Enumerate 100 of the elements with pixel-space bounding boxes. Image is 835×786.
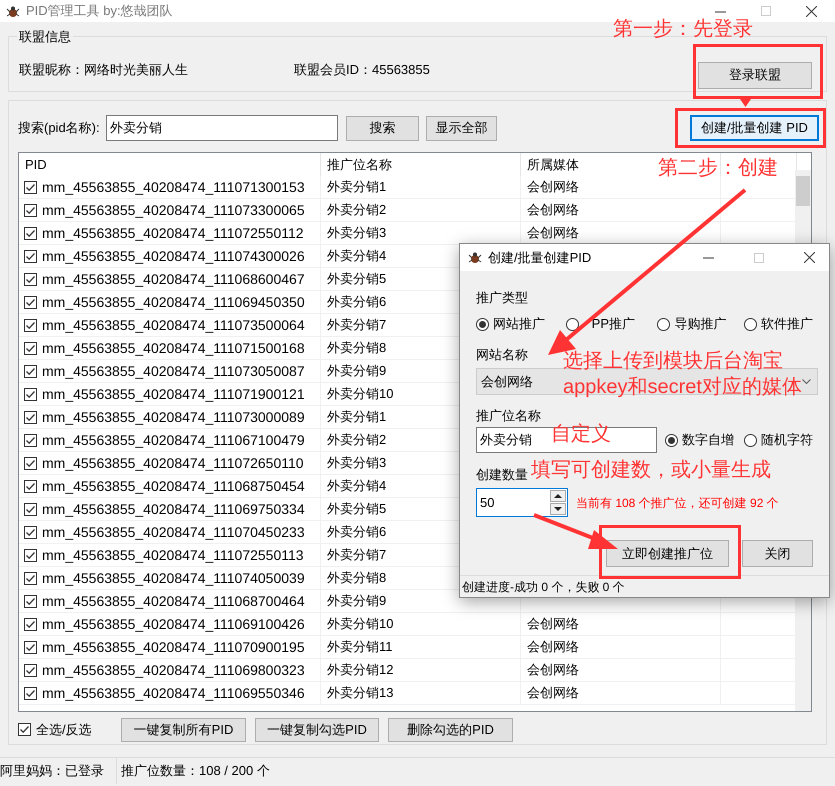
table-cell-text: mm_45563855_40208474_111069750334 <box>42 500 305 519</box>
table-cell-text: mm_45563855_40208474_111067100479 <box>42 430 305 450</box>
checkbox[interactable] <box>24 318 37 332</box>
radio-button[interactable] <box>744 434 757 446</box>
status-text: 阿里妈妈：已登录 <box>0 758 117 784</box>
checkbox[interactable] <box>24 548 37 562</box>
checkbox[interactable] <box>24 204 37 216</box>
table-cell-text: mm_45563855_40208474_111069800323 <box>42 660 305 680</box>
bug-icon <box>6 4 20 18</box>
create-now-button[interactable]: 立即创建推广位 <box>606 540 730 567</box>
table-cell-text: 外卖分销13 <box>327 684 394 702</box>
table-cell-text: 会创网络 <box>527 201 579 220</box>
field-label: 网站名称 <box>476 346 528 363</box>
checkbox[interactable] <box>18 723 31 736</box>
checkbox[interactable] <box>24 296 37 308</box>
table-cell-text: 外卖分销9 <box>327 592 386 610</box>
checkbox[interactable] <box>24 664 37 676</box>
dropdown[interactable]: 会创网络 <box>477 369 561 394</box>
radio-label: PP推广 <box>590 315 635 334</box>
radio-button[interactable] <box>657 318 670 330</box>
member-id-label: 联盟会员ID： <box>294 61 372 80</box>
checkbox[interactable] <box>24 686 37 700</box>
table-cell-text: 会创网络 <box>527 615 579 634</box>
search-button[interactable]: 搜索 <box>346 116 419 140</box>
create-pid-button[interactable]: 创建/批量创建 PID <box>690 115 819 141</box>
table-cell-text: 外卖分销4 <box>327 247 386 266</box>
table-cell-text: 外卖分销9 <box>327 362 386 380</box>
checkbox[interactable] <box>24 640 37 654</box>
table-cell-text: 会创网络 <box>527 178 579 196</box>
dialog-title: 创建/批量创建PID <box>488 248 592 267</box>
action-button[interactable]: 删除勾选的PID <box>388 718 513 742</box>
arrow-head-icon <box>740 99 751 107</box>
status-text: 推广位数量：108 / 200 个 <box>120 762 270 780</box>
search-field[interactable]: 外卖分销 <box>106 115 338 141</box>
checkbox[interactable] <box>24 250 37 262</box>
table-cell-text: 外卖分销3 <box>327 224 386 242</box>
radio-button[interactable] <box>665 434 678 446</box>
table-cell-text: 会创网络 <box>527 684 579 702</box>
table-cell-text: mm_45563855_40208474_111070900195 <box>42 638 305 657</box>
radio-button[interactable] <box>744 318 757 330</box>
table-cell-text: mm_45563855_40208474_111069450350 <box>42 292 305 312</box>
table-cell-text: 外卖分销6 <box>327 523 386 542</box>
table-cell-text: mm_45563855_40208474_111068700464 <box>42 592 305 611</box>
table-cell-text: 会创网络 <box>527 224 579 242</box>
table-cell-text: 外卖分销5 <box>327 270 386 288</box>
action-button[interactable]: 一键复制勾选PID <box>255 718 379 742</box>
checkbox[interactable] <box>24 180 37 194</box>
checkbox[interactable] <box>24 456 37 470</box>
checkbox[interactable] <box>24 572 37 584</box>
annotation-overlay: 填写可创建数，或小量生成 <box>531 458 771 483</box>
nickname-value: 网络时光美丽人生 <box>84 61 188 80</box>
login-button[interactable]: 登录联盟 <box>698 62 812 88</box>
checkbox[interactable] <box>24 364 37 378</box>
action-button[interactable]: 一键复制所有PID <box>121 718 246 742</box>
scrollbar-thumb[interactable] <box>796 176 810 206</box>
checkbox[interactable] <box>24 342 37 354</box>
checkbox[interactable] <box>24 480 37 492</box>
table-cell-text: mm_45563855_40208474_111074050039 <box>42 568 305 588</box>
radio-label: 网站推广 <box>493 315 545 334</box>
table-cell-text: 外卖分销1 <box>327 408 386 426</box>
table-cell-text: 外卖分销10 <box>327 615 394 634</box>
show-all-button[interactable]: 显示全部 <box>426 116 497 140</box>
table-cell-text: 外卖分销7 <box>327 316 386 334</box>
column-header[interactable]: PID <box>25 154 47 174</box>
checkbox[interactable] <box>24 272 37 286</box>
radio-button[interactable] <box>476 318 489 330</box>
table-cell-text: 外卖分销2 <box>327 431 386 450</box>
table-cell-text: 外卖分销5 <box>327 500 386 518</box>
table-cell-text: mm_45563855_40208474_111070450233 <box>42 522 305 542</box>
table-cell-text: mm_45563855_40208474_111071300153 <box>42 178 305 197</box>
column-header[interactable]: 推广位名称 <box>327 154 392 174</box>
checkbox[interactable] <box>24 618 37 630</box>
radio-button[interactable] <box>566 318 579 330</box>
field-label: 创建数量 <box>476 466 528 483</box>
checkbox[interactable] <box>24 502 37 516</box>
table-cell-text: mm_45563855_40208474_111073300065 <box>42 200 305 220</box>
chevron-down-icon <box>802 379 811 384</box>
column-header[interactable]: 所属媒体 <box>527 154 579 174</box>
close-icon[interactable] <box>806 6 817 16</box>
close-icon[interactable] <box>804 252 815 263</box>
checkbox[interactable] <box>24 526 37 538</box>
search-label: 搜索(pid名称): <box>18 119 101 138</box>
number-field[interactable]: 50 <box>476 488 568 517</box>
checkbox[interactable] <box>24 226 37 240</box>
spinner-arrows-icon[interactable] <box>550 490 566 515</box>
checkbox[interactable] <box>24 594 37 608</box>
table-cell-text: 会创网络 <box>527 661 579 680</box>
table-cell-text: mm_45563855_40208474_111071900121 <box>42 384 305 404</box>
status-text: 创建进度-成功 0 个，失败 0 个 <box>462 578 625 596</box>
checkbox[interactable] <box>24 434 37 446</box>
table-cell-text: 外卖分销4 <box>327 477 386 496</box>
checkbox[interactable] <box>24 410 37 424</box>
select-all-label: 全选/反选 <box>36 720 92 739</box>
close-button[interactable]: 关闭 <box>742 540 813 567</box>
radio-label: 软件推广 <box>760 315 813 334</box>
radio-label: 导购推广 <box>674 315 726 334</box>
table-cell-text: 外卖分销6 <box>327 293 386 312</box>
table-cell-text: 外卖分销7 <box>327 546 386 564</box>
table-cell-text: 会创网络 <box>527 638 579 656</box>
checkbox[interactable] <box>24 388 37 400</box>
